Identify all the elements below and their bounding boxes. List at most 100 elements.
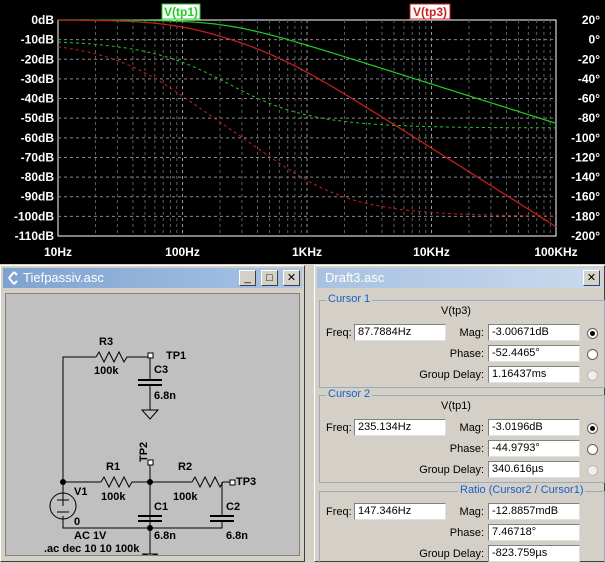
trace-label-tp1[interactable]: V(tp1)	[164, 5, 198, 19]
resistor-r3-symbol[interactable]	[95, 350, 150, 364]
cursor1-phase-radio[interactable]	[587, 349, 598, 360]
mag-tick-label: -20dB	[21, 52, 55, 66]
mag-tick-label: -60dB	[21, 131, 55, 145]
phase-tick-label: -180°	[571, 209, 600, 223]
cursor1-trace: V(tp3)	[441, 305, 471, 317]
bode-plot[interactable]: 0dB -10dB -20dB -30dB -40dB -50dB -60dB -70dB -8…	[0, 0, 605, 264]
cursor2-mag-radio[interactable]	[587, 423, 598, 434]
schematic-title: Tiefpassiv.asc	[23, 270, 104, 285]
mag-tick-label: 0dB	[31, 13, 54, 27]
freq-tick-label: 100KHz	[534, 245, 577, 259]
cursor1-gd-field[interactable]: 1.16437ms	[488, 366, 580, 383]
ratio-group: Ratio (Cursor2 / Cursor1) Freq: 147.346H…	[319, 484, 605, 563]
label-v1: V1	[74, 486, 88, 498]
cursor1-phase-label: Phase:	[449, 348, 484, 360]
cursor1-group: Cursor 1 V(tp3) Freq: 87.7884Hz Mag: -3.…	[319, 293, 605, 388]
cursor2-phase-field[interactable]: -44.9793°	[488, 440, 580, 457]
cursor-close-button[interactable]: ✕	[583, 270, 600, 286]
label-tp1: TP1	[166, 350, 187, 362]
label-r2: R2	[178, 461, 193, 473]
capacitor-c3-symbol[interactable]	[138, 379, 162, 386]
cursor2-freq-field[interactable]: 235.134Hz	[354, 419, 446, 436]
cursor2-gd-field[interactable]: 340.616µs	[488, 461, 580, 478]
phase-tick-label: -160°	[571, 190, 600, 204]
resistor-r2-symbol[interactable]	[191, 475, 234, 489]
ratio-gd-label: Group Delay:	[419, 548, 484, 560]
label-tp3: TP3	[236, 476, 257, 488]
phase-tick-label: -140°	[571, 170, 600, 184]
cursor-titlebar[interactable]: Draft3.asc ✕	[317, 268, 602, 288]
junction-tp2	[147, 479, 153, 485]
freq-tick-label: 10KHz	[413, 245, 450, 259]
cursor2-gd-radio[interactable]	[587, 465, 598, 476]
label-c1: C1	[154, 501, 169, 513]
ratio-mag-label: Mag:	[459, 506, 484, 518]
spice-directive[interactable]: .ac dec 10 10 100k	[44, 543, 139, 555]
label-c1-value: 6.8n	[154, 530, 177, 542]
port-tp3[interactable]	[229, 479, 236, 486]
mag-tick-label: -110dB	[15, 229, 55, 243]
ratio-freq-field[interactable]: 147.346Hz	[354, 503, 446, 520]
label-v1-dc: 0	[74, 516, 81, 528]
junction-ground	[147, 525, 153, 531]
cursor1-title: Cursor 1	[326, 293, 373, 305]
ratio-mag-field[interactable]: -12.8857mdB	[488, 503, 580, 520]
label-c3-value: 6.8n	[154, 390, 177, 402]
cursor2-title: Cursor 2	[326, 388, 373, 400]
label-v1-ac: AC 1V	[74, 530, 107, 542]
label-r3-value: 100k	[94, 365, 119, 377]
cursor1-freq-field[interactable]: 87.7884Hz	[354, 324, 446, 341]
minimize-button[interactable]: _	[239, 270, 256, 286]
mag-tick-label: -40dB	[21, 92, 55, 106]
freq-tick-label: 10Hz	[44, 245, 72, 259]
phase-tick-label: -80°	[578, 111, 600, 125]
cursor2-mag-field[interactable]: -3.0196dB	[488, 419, 580, 436]
mag-tick-label: -100dB	[14, 209, 54, 223]
schematic-window: Tiefpassiv.asc _ □ ✕ R3 100k C3 6.8n TP1…	[0, 265, 305, 562]
cursor-window-title: Draft3.asc	[325, 270, 385, 285]
schematic-canvas[interactable]: R3 100k C3 6.8n TP1 TP2 TP3 R1 100k R2 1…	[5, 293, 300, 556]
wire-top-left	[62, 356, 96, 482]
port-tp1[interactable]	[147, 352, 154, 359]
phase-tick-label: 20°	[582, 13, 600, 27]
ratio-gd-field[interactable]: -823.759µs	[488, 545, 580, 562]
close-button[interactable]: ✕	[283, 270, 300, 286]
label-c2-value: 6.8n	[226, 530, 249, 542]
mag-tick-label: -80dB	[21, 170, 55, 184]
cursor1-phase-field[interactable]: -52.4465°	[488, 345, 580, 362]
cursor2-freq-label: Freq:	[326, 422, 352, 434]
label-r1: R1	[106, 461, 121, 473]
v1-plus-sign	[57, 494, 69, 506]
cursor2-mag-label: Mag:	[459, 422, 484, 434]
mag-tick-label: -50dB	[21, 111, 55, 125]
phase-tick-label: -20°	[578, 52, 600, 66]
freq-tick-label: 1KHz	[292, 245, 322, 259]
label-r2-value: 100k	[173, 491, 198, 503]
maximize-button[interactable]: □	[261, 270, 278, 286]
trace-label-tp3[interactable]: V(tp3)	[413, 5, 447, 19]
resistor-r1-symbol[interactable]	[100, 475, 192, 489]
cursor-window: Draft3.asc ✕ Cursor 1 V(tp3) Freq: 87.78…	[314, 265, 605, 563]
ground-main	[141, 553, 159, 555]
cursor2-phase-label: Phase:	[449, 443, 484, 455]
mag-tick-label: -90dB	[21, 190, 55, 204]
schematic-titlebar[interactable]: Tiefpassiv.asc _ □ ✕	[3, 268, 302, 288]
capacitor-c2-symbol[interactable]	[210, 515, 234, 522]
cursor1-mag-radio[interactable]	[587, 328, 598, 339]
phase-tick-label: -40°	[578, 72, 600, 86]
trace-tp1-phase	[57, 41, 556, 129]
schematic-drawing	[49, 350, 236, 555]
ground-c3	[140, 409, 160, 420]
label-r1-value: 100k	[101, 491, 126, 503]
cursor1-gd-radio[interactable]	[587, 370, 598, 381]
cursor1-gd-label: Group Delay:	[419, 369, 484, 381]
cursor1-freq-label: Freq:	[326, 327, 352, 339]
cursor1-mag-label: Mag:	[459, 327, 484, 339]
freq-tick-label: 100Hz	[165, 245, 200, 259]
cursor1-mag-field[interactable]: -3.00671dB	[488, 324, 580, 341]
ratio-title: Ratio (Cursor2 / Cursor1)	[458, 484, 586, 496]
ratio-phase-field[interactable]: 7.46718°	[488, 524, 580, 541]
label-c3: C3	[154, 364, 169, 376]
cursor2-phase-radio[interactable]	[587, 444, 598, 455]
phase-tick-label: -100°	[571, 131, 600, 145]
